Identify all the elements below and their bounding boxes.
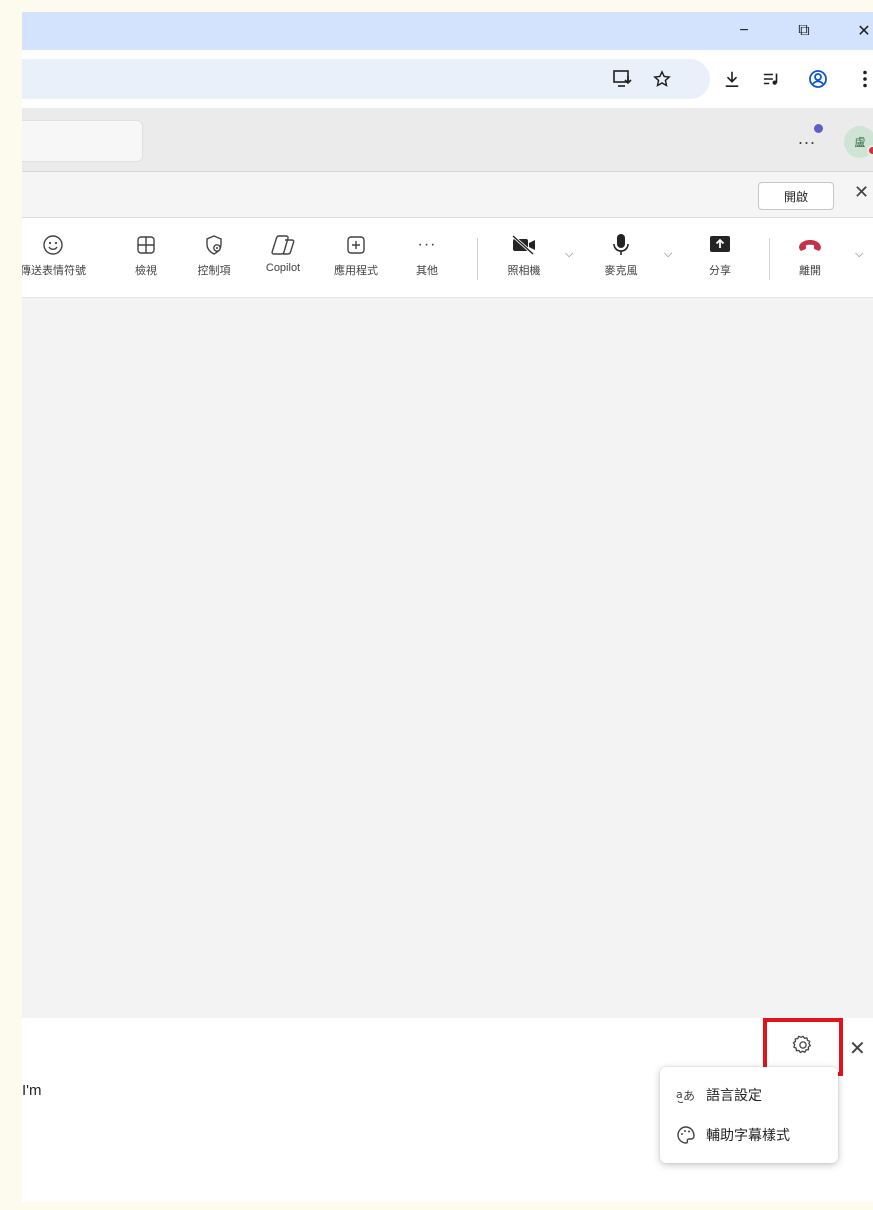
gear-icon [792,1034,814,1061]
add-app-icon [346,230,366,260]
browser-title-bar: − ⧉ ✕ [22,12,873,50]
install-app-icon[interactable] [610,66,636,92]
toolbar-label: 其他 [416,265,438,277]
notification-bar: 開啟 ✕ [22,172,873,218]
live-captions-panel: I'm ✕ aあ 語言設定 輔助字幕樣式 [22,1018,873,1202]
svg-text:a: a [676,1088,683,1101]
avatar-initial: 盧 [854,137,866,149]
search-input[interactable] [22,120,143,162]
mic-options-chevron-icon[interactable]: ⌵ [664,248,672,261]
meeting-toolbar: 傳送表情符號 檢視 控制項 Copilot 應用程式 ··· 其他 照相機 ⌵ … [22,218,873,298]
more-options-button[interactable]: ... [798,128,816,149]
close-icon[interactable]: ✕ [854,182,869,203]
toolbar-apps-button[interactable]: 應用程式 [321,230,391,278]
hang-up-icon [797,230,823,260]
captions-settings-menu: aあ 語言設定 輔助字幕樣式 [660,1067,838,1163]
avatar[interactable]: 盧 [844,126,873,158]
toolbar-label: 應用程式 [334,265,378,277]
presence-busy-icon [867,145,873,156]
palette-icon [676,1125,696,1145]
menu-item-caption-style[interactable]: 輔助字幕樣式 [660,1115,838,1155]
media-control-icon[interactable] [759,66,785,92]
emoji-icon [42,230,64,260]
toolbar-mic-button[interactable]: 麥克風 [586,230,656,278]
microphone-icon [612,230,630,260]
restore-button[interactable]: ⧉ [789,18,819,44]
leave-options-chevron-icon[interactable]: ⌵ [855,248,863,261]
camera-off-icon [511,230,537,260]
browser-toolbar [22,50,873,108]
toolbar-react-button[interactable]: 傳送表情符號 [22,230,88,278]
view-grid-icon [136,230,156,260]
toolbar-label: 麥克風 [604,265,638,277]
download-icon[interactable] [719,66,745,92]
toolbar-controls-button[interactable]: 控制項 [179,230,249,278]
toolbar-share-button[interactable]: 分享 [685,230,755,278]
toolbar-divider [477,238,478,280]
browser-window: − ⧉ ✕ ... 盧 開啟 ✕ 傳送表情符號 檢視 控制項 Copilot 應… [22,12,873,1202]
menu-item-label: 輔助字幕樣式 [706,1127,790,1143]
caption-text: I'm [22,1082,42,1099]
toolbar-label: 分享 [709,265,731,277]
menu-item-label: 語言設定 [706,1087,762,1103]
bookmark-star-icon[interactable] [649,66,675,92]
camera-options-chevron-icon[interactable]: ⌵ [565,248,573,261]
close-captions-icon[interactable]: ✕ [849,1036,866,1061]
toolbar-label: 照相機 [507,265,541,277]
minimize-button[interactable]: − [729,18,759,44]
svg-text:あ: あ [683,1089,695,1103]
kebab-menu-icon[interactable] [852,66,873,92]
toolbar-label: Copilot [265,262,301,274]
address-bar[interactable] [22,59,710,99]
toolbar-copilot-button[interactable]: Copilot [248,230,318,274]
toolbar-camera-button[interactable]: 照相機 [489,230,559,278]
toolbar-label: 傳送表情符號 [22,265,86,277]
toolbar-more-button[interactable]: ··· 其他 [392,230,462,278]
toolbar-leave-button[interactable]: 離開 [775,230,845,278]
language-icon: aあ [676,1085,696,1105]
toolbar-view-button[interactable]: 檢視 [111,230,181,278]
teams-header: ... 盧 [22,108,873,172]
open-button[interactable]: 開啟 [758,182,834,210]
toolbar-label: 離開 [799,265,821,277]
more-icon: ··· [417,236,437,253]
profile-icon[interactable] [805,66,831,92]
notification-dot [814,124,823,133]
close-window-button[interactable]: ✕ [849,18,873,44]
shield-settings-icon [203,230,225,260]
share-icon [709,230,731,260]
meeting-stage [22,298,873,1018]
toolbar-label: 控制項 [197,265,231,277]
copilot-icon [271,230,295,260]
toolbar-divider [769,238,770,280]
toolbar-label: 檢視 [135,265,157,277]
menu-item-language-settings[interactable]: aあ 語言設定 [660,1075,838,1115]
